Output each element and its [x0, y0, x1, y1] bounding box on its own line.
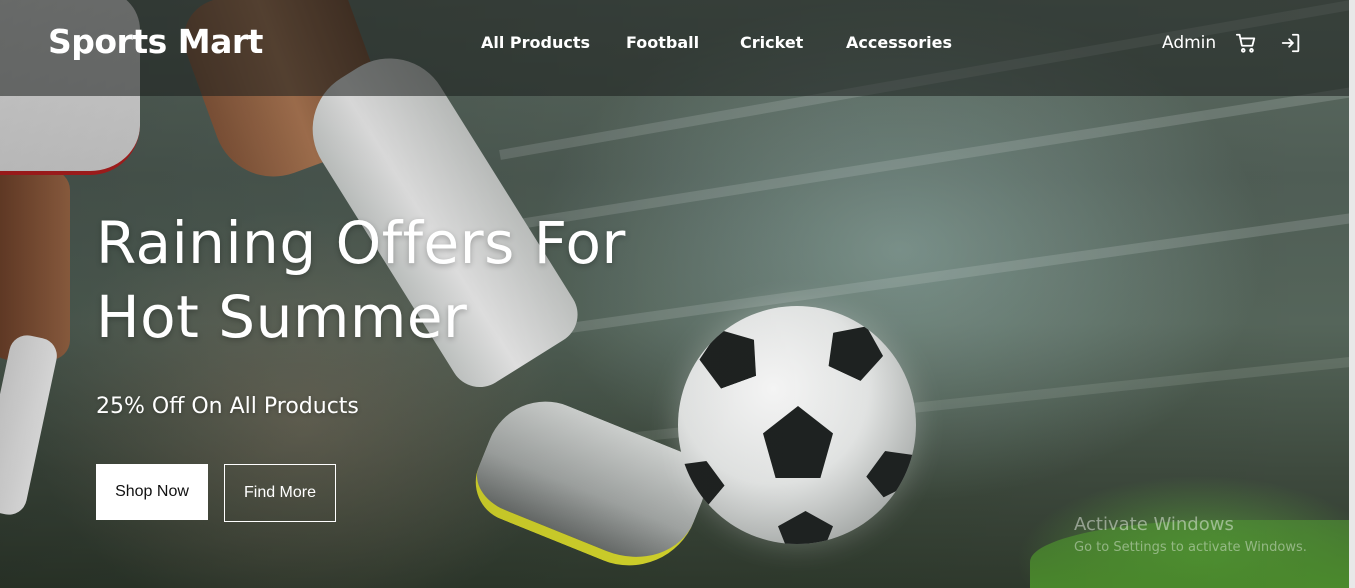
- activate-windows-title: Activate Windows: [1074, 514, 1234, 535]
- nav-cricket[interactable]: Cricket: [740, 33, 803, 52]
- shop-now-button[interactable]: Shop Now: [96, 464, 208, 520]
- page-scrollbar[interactable]: [1349, 0, 1355, 588]
- nav-football[interactable]: Football: [626, 33, 699, 52]
- nav-all-products[interactable]: All Products: [481, 33, 590, 52]
- admin-user-label[interactable]: Admin: [1162, 33, 1216, 53]
- brand-logo[interactable]: Sports Mart: [48, 22, 263, 61]
- hero-title: Raining Offers For Hot Summer: [96, 206, 626, 354]
- cart-icon[interactable]: [1234, 31, 1258, 55]
- site-header: Sports Mart All Products Football Cricke…: [0, 0, 1349, 96]
- activate-windows-subtitle: Go to Settings to activate Windows.: [1074, 540, 1307, 555]
- hero-title-line1: Raining Offers For: [96, 209, 626, 277]
- logout-icon[interactable]: [1279, 31, 1303, 55]
- hero-title-line2: Hot Summer: [96, 283, 468, 351]
- find-more-button[interactable]: Find More: [224, 464, 336, 522]
- nav-accessories[interactable]: Accessories: [846, 33, 952, 52]
- hero-subtitle: 25% Off On All Products: [96, 394, 359, 419]
